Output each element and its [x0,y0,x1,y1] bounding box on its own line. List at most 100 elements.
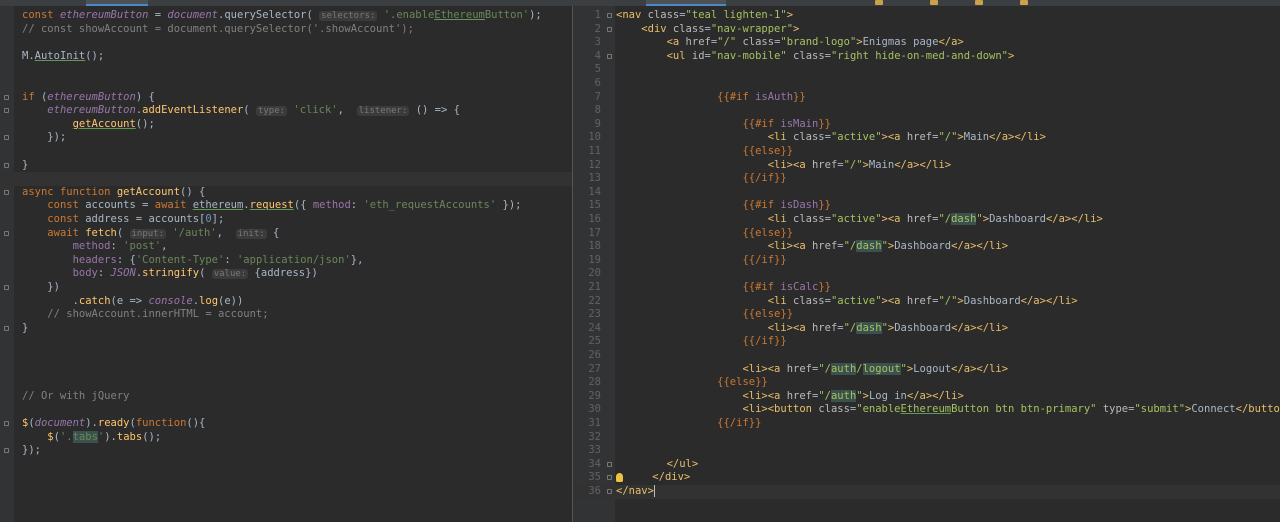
intention-bulb-icon[interactable] [616,472,623,482]
code-line[interactable]: // const showAccount = document.querySel… [22,23,414,37]
code-token: class [818,403,850,416]
code-token: </a></li> [1020,294,1078,307]
code-line[interactable]: {{else}} [616,227,793,241]
code-line[interactable]: {{else}} [616,145,793,159]
code-line[interactable]: headers: {'Content-Type': 'application/j… [22,254,364,268]
code-token: <a [767,389,787,402]
fold-marker-icon[interactable] [607,26,612,32]
code-token: function [135,417,187,429]
code-token: <button [767,403,819,416]
code-line[interactable]: // Or with jQuery [22,390,129,404]
code-line[interactable]: <li><a href="/auth/logout">Logout</a></l… [616,362,1008,377]
code-line[interactable]: {{/if}} [616,254,786,268]
code-token: <li [767,131,794,144]
code-token: // Or with jQuery [22,389,130,402]
code-line[interactable]: <li><a href="/">Main</a></li> [616,159,951,173]
line-number: 31 [588,417,601,429]
code-line[interactable]: {{/if}} [616,335,786,349]
code-line[interactable]: }); [22,131,66,145]
line-number: 27 [588,362,601,375]
code-line[interactable]: {{#if isDash}} [616,199,831,213]
code-line[interactable]: body: JSON.stringify( value: {address}) [22,267,318,281]
fold-marker-icon[interactable] [607,475,612,481]
code-token: Button btn btn-primary" [951,403,1097,416]
line-number: 11 [588,145,601,157]
file-tab-icon[interactable] [1020,0,1028,5]
code-line[interactable]: <nav class="teal lighten-1"> [616,9,793,23]
code-line[interactable]: .catch(e => console.log(e)) [22,294,244,309]
fold-marker-icon[interactable] [4,135,9,141]
code-line[interactable]: <div class="nav-wrapper"> [616,23,799,37]
file-tab-icon[interactable] [875,0,883,5]
code-token: href [811,158,838,171]
code-line[interactable]: if (ethereumButton) { [22,91,155,105]
code-line[interactable]: }) [22,281,60,295]
left-editor-pane[interactable]: const ethereumButton = document. querySel… [0,6,572,522]
fold-marker-icon[interactable] [4,230,9,236]
fold-marker-icon[interactable] [4,189,9,195]
code-token: </button></li> [1235,403,1280,416]
code-line[interactable]: <li><a href="/dash">Dashboard</a></li> [616,240,1008,254]
code-token: <nav [616,9,648,21]
code-line[interactable]: const accounts = await ethereum.request(… [22,199,521,213]
code-line[interactable]: const ethereumButton = document.querySel… [22,9,542,23]
code-line[interactable]: </nav> [616,485,655,499]
code-line[interactable]: <li><a href="/dash">Dashboard</a></li> [616,321,1009,336]
fold-marker-icon[interactable] [4,285,9,290]
code-token: (e => [110,294,149,307]
code-token: : [97,267,111,280]
line-number: 3 [594,36,601,49]
fold-marker-icon[interactable] [4,162,9,168]
fold-marker-icon[interactable] [607,53,612,59]
code-line[interactable]: {{#if isMain}} [616,118,831,132]
code-line[interactable]: M.AutoInit(); [22,50,104,64]
line-number: 13 [588,172,601,185]
code-line[interactable]: {{/if}} [616,172,786,186]
file-tab-icon[interactable] [975,0,983,5]
code-line[interactable]: } [22,322,28,336]
code-line[interactable]: {{/if}} [616,417,761,431]
code-line[interactable]: <ul id="nav-mobile" class="right hide-on… [616,50,1015,64]
code-line[interactable]: $(document).ready(function(){ [22,417,205,431]
fold-marker-icon[interactable] [4,421,9,426]
code-token: </a></li> [951,321,1009,334]
code-line[interactable]: async function getAccount() { [22,186,205,200]
right-editor-pane[interactable]: 1 <nav class="teal lighten-1"> 2 <div clas… [573,6,1280,522]
code-line[interactable]: } [22,159,28,173]
code-line[interactable]: }); [22,444,41,458]
code-line[interactable]: {{#if isCalc}} [616,281,831,295]
fold-marker-icon[interactable] [4,108,9,114]
code-line[interactable]: <a href="/" class="brand-logo">Enigmas p… [616,36,964,50]
code-token: }} [818,199,831,212]
code-line[interactable]: {{else}} [616,308,793,322]
code-line[interactable]: </ul> [616,458,699,472]
code-line[interactable]: $('.tabs').tabs(); [22,430,161,445]
code-line[interactable]: // showAccount.innerHTML = account; [22,308,268,322]
code-line[interactable]: getAccount(); [22,118,155,132]
fold-marker-icon[interactable] [4,448,9,454]
fold-marker-icon[interactable] [4,94,9,100]
code-line[interactable]: <li class="active"><a href="/">Main</a><… [616,131,1046,145]
fold-marker-icon[interactable] [607,13,612,18]
file-tab-icon[interactable] [930,0,938,5]
code-line[interactable]: <li><button class="enableEthereumButton … [616,403,1280,417]
code-token: dash [856,240,882,253]
fold-marker-icon[interactable] [607,461,612,467]
code-line[interactable]: ethereumButton.addEventListener( type: '… [22,104,460,118]
code-line[interactable]: {{else}} [616,376,768,390]
code-line[interactable]: <li class="active"><a href="/">Dashboard… [616,295,1078,309]
code-token: <a [887,131,907,144]
code-line[interactable]: </div> [616,471,690,485]
code-line[interactable]: <li><a href="/auth">Log in</a></li> [616,389,964,404]
code-line[interactable]: await fetch( input: '/auth', init: { [22,227,279,241]
code-line[interactable]: <li class="active"><a href="/dash">Dashb… [616,213,1103,227]
code-token: </a></li> [989,131,1046,144]
fold-marker-icon[interactable] [607,489,612,494]
fold-marker-icon[interactable] [4,325,9,331]
code-line[interactable]: {{#if isAuth}} [616,91,806,105]
code-token: auth [830,362,857,375]
code-line[interactable]: const address = accounts[0]; [22,213,224,227]
code-line[interactable]: method: 'post', [22,240,168,254]
